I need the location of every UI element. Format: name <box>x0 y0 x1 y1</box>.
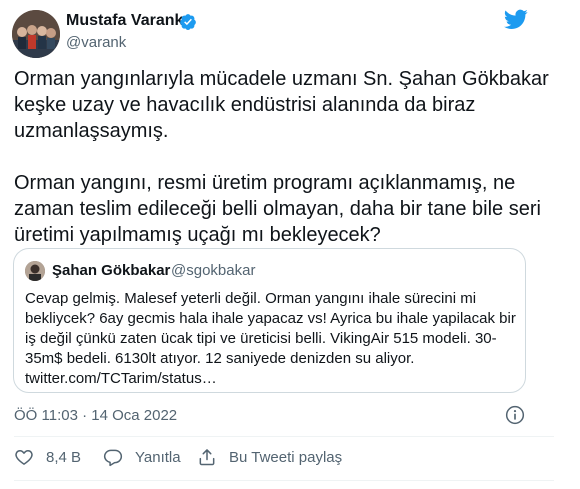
like-count: 8,4 B <box>46 448 82 466</box>
reply-bubble-icon <box>103 449 123 467</box>
twitter-bird-icon[interactable] <box>503 7 529 31</box>
like-button[interactable]: 8,4 B <box>14 447 81 467</box>
tweet-timestamp[interactable]: ÖÖ 11:03 · 14 Oca 2022 <box>14 407 177 424</box>
quoted-tweet[interactable]: Şahan Gökbakar @sgokbakar Cevap gelmiş. … <box>13 248 526 393</box>
tweet-card: Mustafa Varank @varank Orman yangınlarıy… <box>0 0 580 488</box>
tweet-text: Orman yangınlarıyla mücadele uzmanı Sn. … <box>14 66 554 248</box>
author-handle[interactable]: @varank <box>66 34 126 51</box>
quoted-author-name: Şahan Gökbakar <box>52 262 171 279</box>
info-icon[interactable] <box>505 405 525 425</box>
share-upload-icon <box>199 449 215 466</box>
divider <box>14 436 554 437</box>
quoted-author-handle: @sgokbakar <box>171 262 256 279</box>
quoted-avatar-photo <box>25 261 45 281</box>
tweet-paragraph: Orman yangını, resmi üretim programı açı… <box>14 172 541 246</box>
verified-badge-icon <box>180 14 196 31</box>
reply-button[interactable]: Yanıtla <box>103 447 181 467</box>
tweet-paragraph: Orman yangınlarıyla mücadele uzmanı Sn. … <box>14 68 549 142</box>
author-name[interactable]: Mustafa Varank <box>66 12 183 30</box>
avatar-photo <box>12 10 60 58</box>
reply-label: Yanıtla <box>135 448 181 466</box>
author-avatar[interactable] <box>12 10 60 58</box>
share-button[interactable]: Bu Tweeti paylaş <box>197 447 342 467</box>
share-label: Bu Tweeti paylaş <box>229 448 343 466</box>
quoted-author-avatar <box>25 261 45 281</box>
quoted-tweet-text: Cevap gelmiş. Malesef yeterli değil. Orm… <box>25 290 516 387</box>
heart-icon <box>15 450 33 465</box>
